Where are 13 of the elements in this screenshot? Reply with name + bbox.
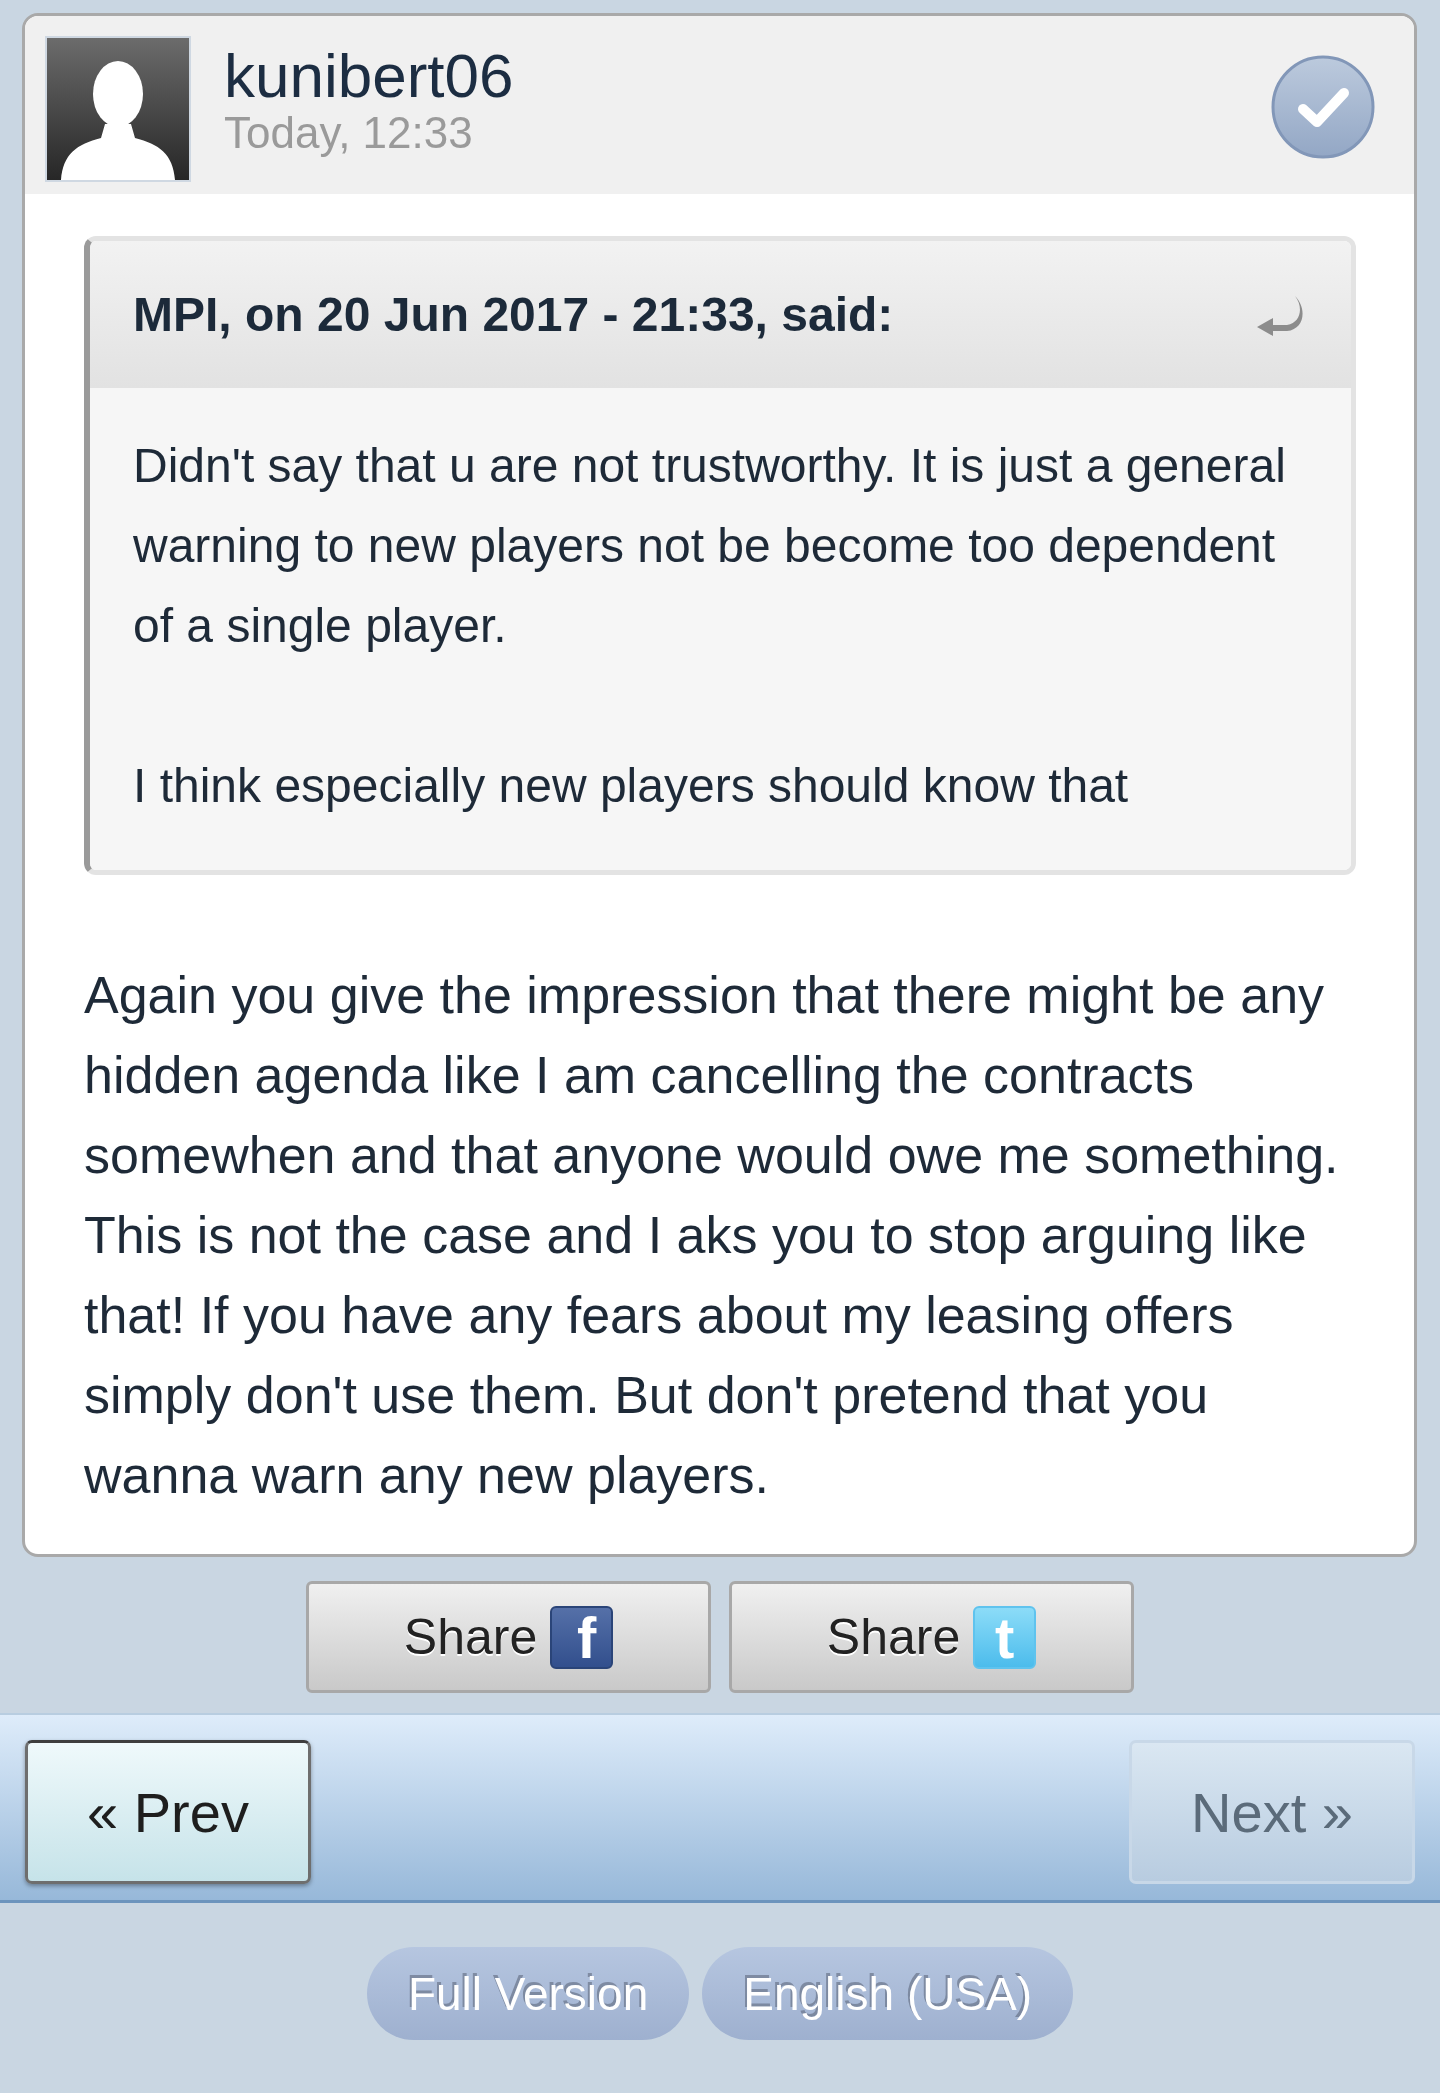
- user-silhouette-icon: [45, 36, 191, 182]
- quote-paragraph: I think especially new players should know that: [133, 758, 1130, 814]
- f-square-icon: f: [550, 1605, 614, 1669]
- post-text: Again you give the impression that there might be any hidden agenda like I am cancelling the contracts somewhen and that anyone would owe me something. This is not the case and I aks you to stop arguing like that! If you have any fears about my leasing offers simply don't use them. But don't pretend that you wanna warn any new players.: [84, 965, 1340, 1506]
- share-button[interactable]: Share t: [729, 1581, 1134, 1693]
- check-circle-icon[interactable]: [1271, 55, 1375, 159]
- t-square-icon: t: [973, 1605, 1037, 1669]
- prev-button[interactable]: « Prev: [25, 1740, 311, 1884]
- username[interactable]: kunibert06: [224, 44, 514, 108]
- share-button[interactable]: Share f: [306, 1581, 711, 1693]
- quote-citation: MPI, on 20 Jun 2017 - 21:33, said:: [133, 287, 894, 342]
- post-time: Today, 12:33: [224, 108, 473, 158]
- quote-paragraph: Didn't say that u are not trustworthy. It is just a general warning to new players not be become too dependent of a single player.: [133, 438, 1287, 654]
